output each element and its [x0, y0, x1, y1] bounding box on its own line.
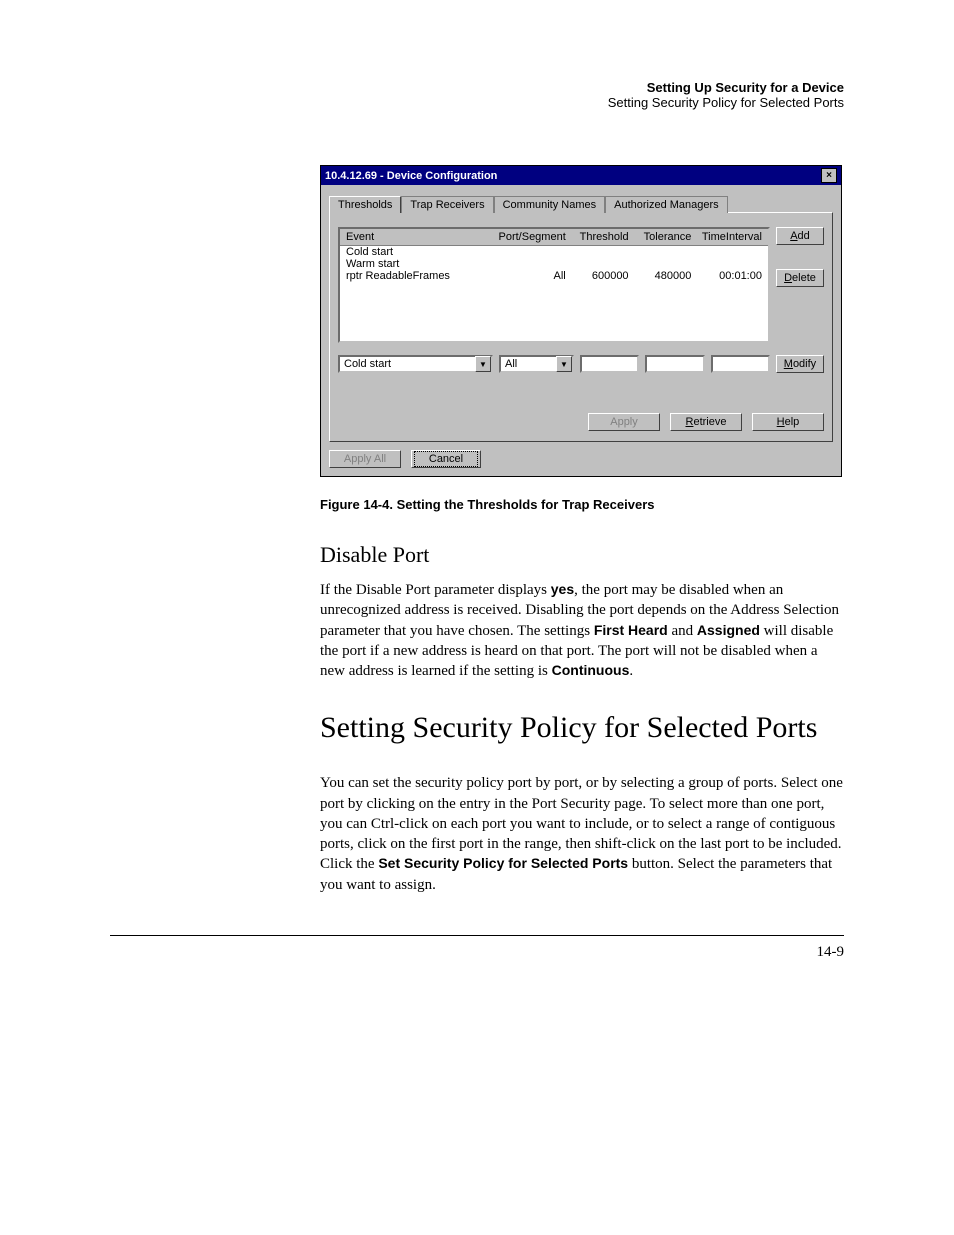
list-row[interactable]: Cold start: [340, 246, 768, 258]
page-number: 14-9: [110, 944, 844, 961]
text: and: [668, 623, 697, 639]
thresholds-listbox[interactable]: Event Port/Segment Threshold Tolerance T…: [338, 227, 770, 343]
close-icon[interactable]: ×: [821, 168, 837, 183]
port-combo[interactable]: All ▼: [499, 355, 574, 373]
dialog-title: 10.4.12.69 - Device Configuration: [325, 170, 497, 182]
cell-time: 00:01:00: [691, 270, 762, 282]
cell-event: rptr ReadableFrames: [346, 270, 495, 282]
cell-threshold: 600000: [566, 270, 629, 282]
disable-port-heading: Disable Port: [320, 542, 844, 568]
bold-continuous: Continuous: [552, 662, 630, 678]
event-combo-value: Cold start: [344, 358, 473, 370]
time-interval-input[interactable]: [711, 355, 770, 373]
cell-threshold: [566, 258, 629, 270]
apply-button[interactable]: Apply: [588, 413, 660, 431]
add-button[interactable]: Add: [776, 227, 824, 245]
col-port-segment: Port/Segment: [495, 231, 566, 243]
text: If the Disable Port parameter displays: [320, 582, 551, 598]
col-event: Event: [346, 231, 495, 243]
cell-time: [691, 258, 762, 270]
thresholds-panel: Event Port/Segment Threshold Tolerance T…: [329, 212, 833, 442]
chapter-title: Setting Up Security for a Device: [320, 80, 844, 95]
cell-tolerance: [629, 258, 692, 270]
tab-community-names[interactable]: Community Names: [494, 196, 606, 213]
event-combo[interactable]: Cold start ▼: [338, 355, 493, 373]
cancel-button[interactable]: Cancel: [411, 450, 481, 468]
cell-tolerance: 480000: [629, 270, 692, 282]
cell-tolerance: [629, 246, 692, 258]
tab-thresholds[interactable]: Thresholds: [329, 196, 401, 213]
col-time-interval: TimeInterval: [691, 231, 762, 243]
text: .: [629, 663, 633, 679]
cell-event: Warm start: [346, 258, 495, 270]
figure-caption: Figure 14-4. Setting the Thresholds for …: [320, 497, 844, 512]
chevron-down-icon[interactable]: ▼: [556, 356, 572, 372]
cancel-button-label: Cancel: [415, 452, 477, 466]
cell-port: [495, 246, 566, 258]
help-button[interactable]: Help: [752, 413, 824, 431]
tab-strip: Thresholds Trap Receivers Community Name…: [329, 195, 833, 212]
retrieve-button[interactable]: Retrieve: [670, 413, 742, 431]
tab-authorized-managers[interactable]: Authorized Managers: [605, 196, 728, 213]
dialog-titlebar: 10.4.12.69 - Device Configuration ×: [321, 166, 841, 185]
section-title: Setting Security Policy for Selected Por…: [320, 95, 844, 110]
modify-button[interactable]: Modify: [776, 355, 824, 373]
bold-assigned: Assigned: [697, 622, 760, 638]
cell-time: [691, 246, 762, 258]
apply-all-button[interactable]: Apply All: [329, 450, 401, 468]
selected-ports-paragraph: You can set the security policy port by …: [320, 773, 844, 895]
port-combo-value: All: [505, 358, 554, 370]
list-row[interactable]: rptr ReadableFrames All 600000 480000 00…: [340, 270, 768, 282]
bold-yes: yes: [551, 581, 574, 597]
bold-first-heard: First Heard: [594, 622, 668, 638]
tab-trap-receivers[interactable]: Trap Receivers: [401, 196, 493, 213]
device-config-dialog: 10.4.12.69 - Device Configuration × Thre…: [320, 165, 842, 477]
bold-set-security-policy: Set Security Policy for Selected Ports: [378, 855, 628, 871]
cell-port: All: [495, 270, 566, 282]
selected-ports-heading: Setting Security Policy for Selected Por…: [320, 711, 844, 745]
col-tolerance: Tolerance: [629, 231, 692, 243]
chevron-down-icon[interactable]: ▼: [475, 356, 491, 372]
cell-threshold: [566, 246, 629, 258]
page-header: Setting Up Security for a Device Setting…: [320, 80, 844, 110]
list-row[interactable]: Warm start: [340, 258, 768, 270]
disable-port-paragraph: If the Disable Port parameter displays y…: [320, 580, 844, 681]
delete-button[interactable]: Delete: [776, 269, 824, 287]
list-header: Event Port/Segment Threshold Tolerance T…: [340, 229, 768, 246]
cell-port: [495, 258, 566, 270]
threshold-input[interactable]: [580, 355, 639, 373]
tolerance-input[interactable]: [645, 355, 704, 373]
cell-event: Cold start: [346, 246, 495, 258]
footer-divider: [110, 935, 844, 936]
col-threshold: Threshold: [566, 231, 629, 243]
